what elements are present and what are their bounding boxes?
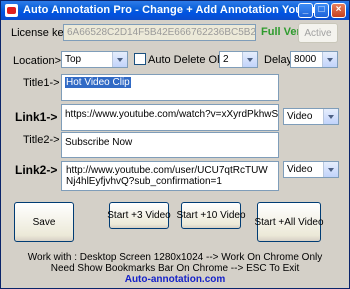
auto-delete-checkbox[interactable] xyxy=(134,53,146,65)
chevron-down-icon[interactable] xyxy=(323,109,338,124)
location-select[interactable]: Top xyxy=(61,51,128,68)
start-10-video-button[interactable]: Start +10 Video xyxy=(176,202,246,229)
title-bar[interactable]: Auto Annotation Pro - Change + Add Annot… xyxy=(1,1,349,20)
auto-delete-value: 2 xyxy=(223,54,229,65)
link2-input[interactable]: http://www.youtube.com/user/UCU7qtRcTUWN… xyxy=(61,161,279,191)
website-link[interactable]: Auto-annotation.com xyxy=(1,274,349,285)
minimize-button[interactable]: _ xyxy=(298,3,313,18)
delay-value: 8000 xyxy=(294,54,317,65)
active-button[interactable]: Active xyxy=(298,23,338,43)
title2-label: Title2-> xyxy=(23,134,60,146)
chevron-down-icon[interactable] xyxy=(322,52,337,67)
link1-type-value: Video xyxy=(287,111,313,122)
link2-type-value: Video xyxy=(287,164,313,175)
auto-delete-select[interactable]: 2 xyxy=(219,51,258,68)
location-label: Location> xyxy=(13,55,62,67)
title1-input[interactable]: Hot Video Clip xyxy=(61,74,279,101)
window-title: Auto Annotation Pro - Change + Add Annot… xyxy=(23,4,329,16)
maximize-button[interactable]: □ xyxy=(314,3,329,18)
chevron-down-icon[interactable] xyxy=(242,52,257,67)
close-button[interactable]: × xyxy=(331,3,346,18)
save-button[interactable]: Save xyxy=(14,202,74,242)
chevron-down-icon[interactable] xyxy=(323,162,338,177)
main-window: Auto Annotation Pro - Change + Add Annot… xyxy=(0,0,350,289)
link1-label: Link1-> xyxy=(15,110,58,124)
license-key-field[interactable]: 6A66528C2D14F5B42E666762236BC5B2CA0 xyxy=(63,24,256,41)
info-line-1: Work with : Desktop Screen 1280x1024 -->… xyxy=(27,252,323,263)
delay-select[interactable]: 8000 xyxy=(290,51,338,68)
start-3-video-button[interactable]: Start +3 Video xyxy=(107,202,171,229)
info-line-2: Need Show Bookmarks Bar On Chrome --> ES… xyxy=(50,263,300,274)
link1-type-select[interactable]: Video xyxy=(283,108,339,125)
link2-label: Link2-> xyxy=(15,163,58,177)
title1-value: Hot Video Clip xyxy=(65,77,131,88)
link2-type-select[interactable]: Video xyxy=(283,161,339,178)
start-all-video-button[interactable]: Start +All Video xyxy=(254,202,324,242)
title2-input[interactable]: Subscribe Now xyxy=(61,132,279,158)
title1-label: Title1-> xyxy=(23,77,60,89)
chevron-down-icon[interactable] xyxy=(112,52,127,67)
link1-input[interactable]: https://www.youtube.com/watch?v=xXyrdPkh… xyxy=(61,104,279,131)
youtube-icon xyxy=(5,4,18,17)
location-value: Top xyxy=(65,54,82,65)
